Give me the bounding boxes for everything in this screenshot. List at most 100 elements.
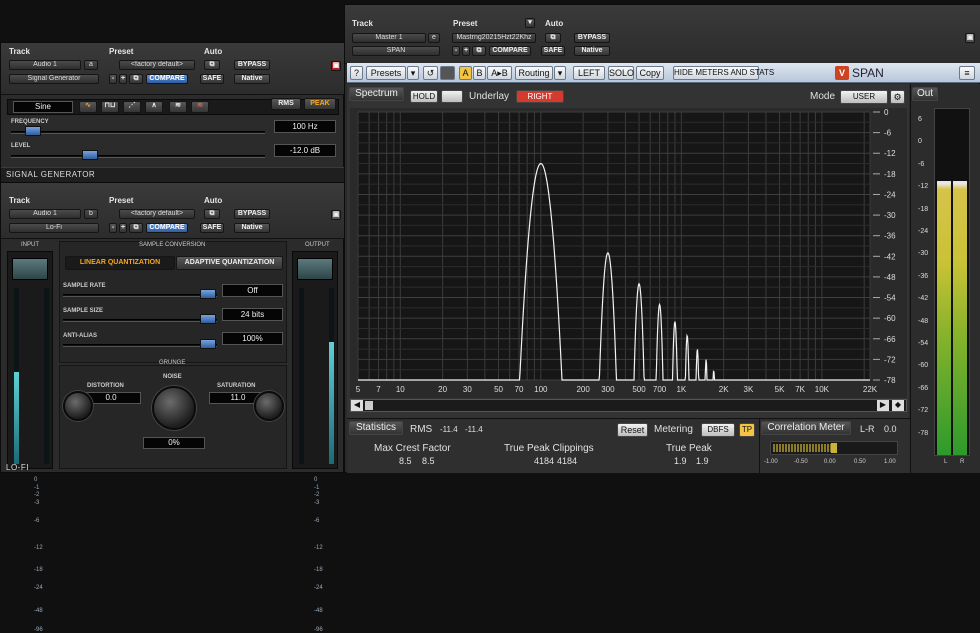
- preset-selector[interactable]: <factory default>: [119, 60, 195, 70]
- auto-button[interactable]: ⧉: [204, 60, 220, 70]
- white-noise-button[interactable]: ≋: [169, 101, 187, 113]
- frequency-scrollbar[interactable]: ◀ ▶ ◆: [350, 399, 907, 412]
- close-icon[interactable]: ▣: [965, 33, 975, 43]
- plugin-selector[interactable]: Lo-Fi: [9, 223, 99, 233]
- out-tab[interactable]: Out: [912, 87, 938, 101]
- bypass-button[interactable]: BYPASS: [234, 209, 270, 219]
- hide-meters-button[interactable]: HIDE METERS AND STATS: [673, 66, 774, 80]
- track-letter-selector[interactable]: b: [84, 209, 98, 219]
- solo-button[interactable]: SOLO: [608, 66, 634, 80]
- presets-menu-icon[interactable]: ▾: [407, 66, 419, 80]
- sample-rate-value[interactable]: Off: [222, 284, 283, 297]
- rms-button[interactable]: RMS: [271, 98, 301, 110]
- track-letter-selector[interactable]: e: [428, 33, 440, 43]
- help-button[interactable]: ?: [350, 66, 363, 80]
- preset-selector[interactable]: Mastrng20215Hzt22Khz: [452, 33, 536, 43]
- bypass-button[interactable]: BYPASS: [234, 60, 270, 70]
- copy-settings-icon[interactable]: ⧉: [129, 74, 143, 84]
- spectrum-tab[interactable]: Spectrum: [349, 87, 404, 101]
- true-peak-toggle[interactable]: TP: [739, 423, 755, 437]
- mode-selector[interactable]: USER: [840, 90, 888, 104]
- track-letter-selector[interactable]: a: [84, 60, 98, 70]
- preset-selector[interactable]: <factory default>: [119, 209, 195, 219]
- scroll-thumb[interactable]: [365, 401, 373, 410]
- copy-button[interactable]: Copy: [636, 66, 664, 80]
- frequency-value[interactable]: 100 Hz: [274, 120, 336, 133]
- presets-button[interactable]: Presets: [366, 66, 406, 80]
- anti-alias-slider-thumb[interactable]: [200, 339, 216, 349]
- a-to-b-button[interactable]: A▸B: [487, 66, 512, 80]
- track-selector[interactable]: Master 1: [352, 33, 426, 43]
- level-slider[interactable]: [11, 155, 265, 158]
- anti-alias-value[interactable]: 100%: [222, 332, 283, 345]
- channel-left-button[interactable]: LEFT: [573, 66, 605, 80]
- prev-preset-button[interactable]: -: [109, 223, 117, 233]
- next-preset-button[interactable]: +: [119, 223, 127, 233]
- hold-toggle[interactable]: [441, 90, 463, 103]
- compare-button[interactable]: COMPARE: [489, 46, 531, 56]
- frequency-slider-thumb[interactable]: [25, 126, 42, 136]
- safe-button[interactable]: SAFE: [541, 46, 565, 56]
- distortion-knob[interactable]: [63, 391, 93, 421]
- linear-quantization-button[interactable]: LINEAR QUANTIZATION: [65, 256, 175, 270]
- reset-button[interactable]: Reset: [617, 423, 648, 437]
- compare-button[interactable]: COMPARE: [146, 74, 188, 84]
- routing-button[interactable]: Routing: [515, 66, 553, 80]
- redo-icon[interactable]: [440, 66, 455, 80]
- statistics-tab[interactable]: Statistics: [349, 421, 403, 435]
- next-preset-button[interactable]: +: [462, 46, 470, 56]
- routing-menu-icon[interactable]: ▾: [554, 66, 566, 80]
- pink-noise-button[interactable]: ≋: [191, 101, 209, 113]
- close-icon[interactable]: ▣: [331, 61, 341, 71]
- auto-button[interactable]: ⧉: [204, 209, 220, 219]
- anti-alias-slider[interactable]: [63, 344, 217, 347]
- scroll-left-icon[interactable]: ◀: [351, 400, 363, 411]
- copy-settings-icon[interactable]: ⧉: [129, 223, 143, 233]
- close-icon[interactable]: ▣: [331, 210, 341, 220]
- track-selector[interactable]: Audio 1: [9, 209, 81, 219]
- safe-button[interactable]: SAFE: [200, 74, 224, 84]
- sample-rate-slider[interactable]: [63, 294, 217, 297]
- peak-button[interactable]: PEAK: [304, 98, 336, 110]
- hold-button[interactable]: HOLD: [410, 90, 438, 103]
- sample-size-value[interactable]: 24 bits: [222, 308, 283, 321]
- copy-settings-icon[interactable]: ⧉: [472, 46, 486, 56]
- native-button[interactable]: Native: [234, 223, 270, 233]
- undo-icon[interactable]: ↺: [423, 66, 438, 80]
- spectrum-graph[interactable]: 0 -6 -12 -18 -24 -30 -36 -42 -48 -54 -60 -66 -72 -78 5…: [350, 108, 907, 398]
- plugin-selector[interactable]: Signal Generator: [9, 74, 99, 84]
- compare-button[interactable]: COMPARE: [146, 223, 188, 233]
- metering-selector[interactable]: DBFS: [701, 423, 735, 437]
- prev-preset-button[interactable]: -: [452, 46, 460, 56]
- auto-button[interactable]: ⧉: [545, 33, 561, 43]
- settings-gear-icon[interactable]: ⚙: [890, 90, 905, 104]
- adaptive-quantization-button[interactable]: ADAPTIVE QUANTIZATION: [176, 256, 283, 270]
- sine-wave-button[interactable]: ∿: [79, 101, 97, 113]
- scroll-right-icon[interactable]: ▶: [877, 400, 889, 411]
- noise-knob[interactable]: [152, 386, 196, 430]
- menu-icon[interactable]: ≡: [959, 66, 975, 80]
- underlay-selector[interactable]: RIGHT: [516, 90, 564, 103]
- native-button[interactable]: Native: [234, 74, 270, 84]
- zoom-icon[interactable]: ◆: [892, 400, 904, 411]
- preset-menu-icon[interactable]: ▾: [525, 18, 535, 28]
- correlation-tab[interactable]: Correlation Meter: [761, 421, 851, 435]
- frequency-slider[interactable]: [11, 131, 265, 134]
- level-slider-thumb[interactable]: [82, 150, 99, 160]
- sawtooth-wave-button[interactable]: ⋰: [123, 101, 141, 113]
- sample-size-slider[interactable]: [63, 319, 217, 322]
- triangle-wave-button[interactable]: ∧: [145, 101, 163, 113]
- saturation-knob[interactable]: [254, 391, 284, 421]
- noise-value[interactable]: 0%: [143, 437, 205, 449]
- track-selector[interactable]: Audio 1: [9, 60, 81, 70]
- bypass-button[interactable]: BYPASS: [574, 33, 610, 43]
- square-wave-button[interactable]: ⊓⊔: [101, 101, 119, 113]
- b-button[interactable]: B: [473, 66, 486, 80]
- prev-preset-button[interactable]: -: [109, 74, 117, 84]
- native-button[interactable]: Native: [574, 46, 610, 56]
- a-button[interactable]: A: [459, 66, 472, 80]
- next-preset-button[interactable]: +: [119, 74, 127, 84]
- safe-button[interactable]: SAFE: [200, 223, 224, 233]
- plugin-selector[interactable]: SPAN: [352, 46, 440, 56]
- level-value[interactable]: -12.0 dB: [274, 144, 336, 157]
